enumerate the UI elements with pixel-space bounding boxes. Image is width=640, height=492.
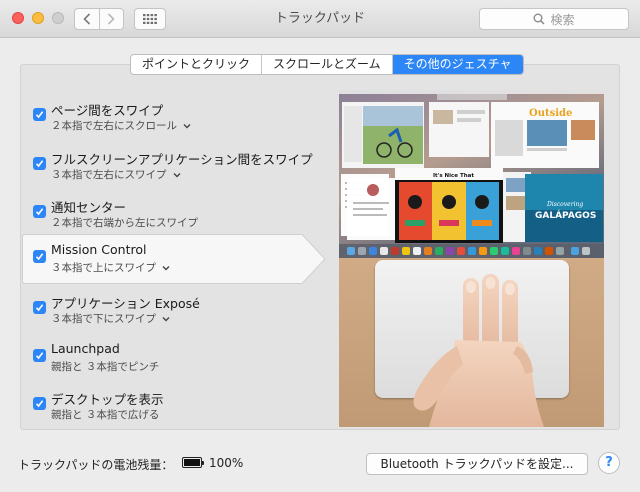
gesture-swipe-between-pages: ページ間をスワイプ ２本指で左右にスクロール	[30, 94, 320, 142]
checkmark-icon	[35, 253, 44, 261]
gesture-label: アプリケーション Exposé	[51, 296, 200, 311]
zoom-window-button[interactable]	[52, 12, 64, 24]
search-field[interactable]: 検索	[479, 8, 629, 30]
gesture-mission-control[interactable]: Mission Control ３本指で上にスワイプ	[22, 234, 326, 284]
tab-point-and-click[interactable]: ポイントとクリック	[131, 55, 261, 74]
gesture-notification-center: 通知センター ２本指で右端から左にスワイプ	[30, 191, 320, 239]
checkmark-icon	[35, 111, 44, 119]
gesture-description: ２本指で右端から左にスワイプ	[51, 215, 198, 230]
battery-label: トラックパッドの電池残量：	[18, 458, 174, 472]
gesture-option-text: 親指と ３本指で広げる	[51, 409, 160, 421]
battery-icon	[182, 457, 204, 468]
back-button[interactable]	[75, 9, 99, 29]
setup-bluetooth-trackpad-button[interactable]: Bluetooth トラックパッドを設定...	[366, 453, 588, 475]
chevron-left-icon	[83, 13, 90, 25]
chevron-down-icon	[162, 265, 170, 270]
checkmark-icon	[35, 352, 44, 360]
mission-control-checkbox[interactable]	[33, 250, 46, 263]
gesture-app-expose: アプリケーション Exposé ３本指で下にスワイプ	[30, 287, 320, 335]
battery-percent: 100%	[209, 456, 244, 470]
checkmark-icon	[35, 160, 44, 168]
launchpad-checkbox[interactable]	[33, 349, 46, 362]
show-desktop-checkbox[interactable]	[33, 397, 46, 410]
gesture-option-text: ３本指で左右にスワイプ	[51, 169, 167, 181]
minimize-window-button[interactable]	[32, 12, 44, 24]
gesture-label: Launchpad	[51, 341, 120, 356]
checkmark-icon	[35, 400, 44, 408]
gesture-option-text: ３本指で上にスワイプ	[51, 262, 156, 274]
grid-icon	[143, 14, 157, 24]
tab-scroll-and-zoom[interactable]: スクロールとズーム	[261, 55, 392, 74]
checkmark-icon	[35, 208, 44, 216]
gesture-label: Mission Control	[51, 242, 147, 257]
gesture-option-menu[interactable]: ３本指で下にスワイプ	[51, 311, 172, 326]
app-expose-checkbox[interactable]	[33, 301, 46, 314]
gesture-label: フルスクリーンアプリケーション間をスワイプ	[51, 152, 313, 167]
chevron-right-icon	[108, 13, 115, 25]
swipe-fullscreen-apps-checkbox[interactable]	[33, 157, 46, 170]
show-all-button[interactable]	[134, 8, 166, 30]
gesture-label: デスクトップを表示	[51, 392, 164, 407]
search-icon	[533, 13, 546, 25]
tab-bar: ポイントとクリック スクロールとズーム その他のジェスチャ	[130, 54, 524, 75]
checkmark-icon	[35, 304, 44, 312]
gesture-option-menu[interactable]: ２本指で左右にスクロール	[51, 118, 193, 133]
gesture-preview-video: Outside It's Nice That Discovering GALÁP…	[339, 90, 604, 427]
swipe-between-pages-checkbox[interactable]	[33, 108, 46, 121]
gesture-option-text: ２本指で右端から左にスワイプ	[51, 217, 198, 229]
help-button[interactable]: ?	[598, 452, 620, 474]
gesture-launchpad: Launchpad 親指と ３本指でピンチ	[30, 335, 320, 383]
chevron-down-icon	[183, 123, 191, 128]
title-bar: トラックパッド 検索	[0, 0, 640, 38]
notification-center-checkbox[interactable]	[33, 205, 46, 218]
gesture-label: 通知センター	[51, 200, 127, 215]
gesture-option-menu[interactable]: ３本指で左右にスワイプ	[51, 167, 183, 182]
forward-button[interactable]	[98, 9, 124, 29]
gesture-description: 親指と ３本指で広げる	[51, 407, 159, 422]
gesture-option-text: ２本指で左右にスクロール	[51, 120, 177, 132]
gesture-label: ページ間をスワイプ	[51, 103, 164, 118]
gesture-show-desktop: デスクトップを表示 親指と ３本指で広げる	[30, 383, 320, 431]
gesture-swipe-between-fullscreen-apps: フルスクリーンアプリケーション間をスワイプ ３本指で左右にスワイプ	[30, 143, 320, 191]
gesture-option-text: 親指と ３本指でピンチ	[51, 361, 160, 373]
tab-more-gestures[interactable]: その他のジェスチャ	[391, 55, 523, 74]
history-nav	[74, 8, 124, 30]
gesture-option-text: ３本指で下にスワイプ	[51, 313, 156, 325]
search-placeholder: 検索	[550, 12, 575, 27]
chevron-down-icon	[173, 172, 180, 177]
hand-illustration	[413, 274, 544, 427]
chevron-down-icon	[162, 316, 170, 321]
battery-level	[184, 459, 200, 466]
gesture-option-menu[interactable]: ３本指で上にスワイプ	[51, 260, 172, 275]
close-window-button[interactable]	[12, 12, 24, 24]
gesture-description: 親指と ３本指でピンチ	[51, 359, 159, 374]
